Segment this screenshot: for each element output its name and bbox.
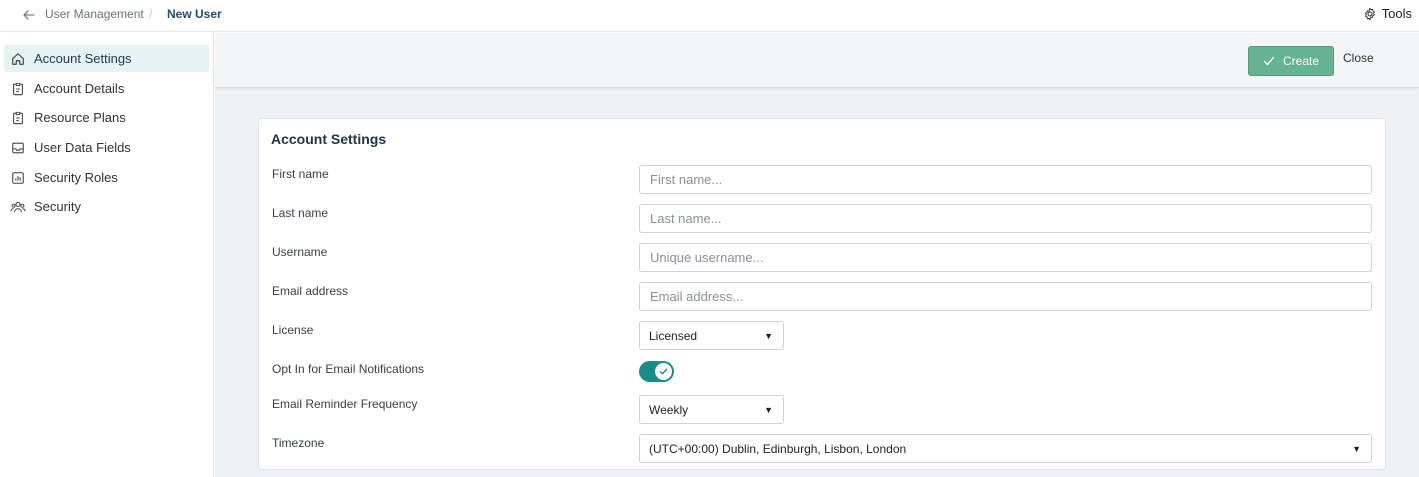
caret-down-icon: ▼: [1352, 444, 1361, 454]
home-icon: [10, 51, 26, 67]
top-bar: User Management / New User Tools: [0, 0, 1419, 32]
users-icon: [10, 199, 26, 215]
sidebar-item-account-settings[interactable]: Account Settings: [4, 45, 209, 72]
sidebar-item-label: Resource Plans: [34, 110, 126, 125]
license-label: License: [272, 323, 314, 337]
license-select-value: Licensed: [649, 328, 698, 343]
sidebar-item-resource-plans[interactable]: Resource Plans: [4, 104, 209, 131]
sidebar-item-label: Account Details: [34, 81, 125, 96]
first-name-label: First name: [272, 167, 329, 181]
check-icon: [659, 368, 668, 375]
account-settings-card: Account Settings First name Last name Us…: [258, 118, 1386, 470]
reminder-frequency-select[interactable]: Weekly ▼: [639, 395, 784, 424]
license-select[interactable]: Licensed ▼: [639, 321, 784, 350]
create-button-label: Create: [1282, 54, 1320, 68]
create-button[interactable]: Create: [1248, 46, 1334, 76]
timezone-label: Timezone: [272, 436, 325, 450]
tools-label: Tools: [1381, 6, 1412, 21]
clipboard-icon: [10, 81, 26, 97]
action-bar: Create Close: [215, 33, 1419, 88]
email-input[interactable]: [639, 282, 1372, 311]
last-name-input[interactable]: [639, 204, 1372, 233]
opt-in-toggle[interactable]: [639, 361, 674, 382]
breadcrumb-current: New User: [167, 7, 222, 21]
sidebar-item-security-roles[interactable]: Security Roles: [4, 164, 209, 191]
timezone-select-value: (UTC+00:00) Dublin, Edinburgh, Lisbon, L…: [649, 441, 907, 456]
sidebar: Account Settings Account Details Resourc…: [0, 33, 214, 477]
chart-icon: [10, 170, 26, 186]
sidebar-item-account-details[interactable]: Account Details: [4, 75, 209, 102]
username-label: Username: [272, 245, 328, 259]
gear-icon: [1364, 7, 1375, 20]
sidebar-item-label: Security Roles: [34, 170, 118, 185]
toggle-knob: [655, 363, 672, 380]
breadcrumb-separator: /: [149, 7, 153, 21]
sidebar-item-label: User Data Fields: [34, 140, 131, 155]
clipboard-icon: [10, 110, 26, 126]
opt-in-label: Opt In for Email Notifications: [272, 362, 425, 376]
sidebar-item-label: Account Settings: [34, 51, 132, 66]
inbox-icon: [10, 140, 26, 156]
reminder-frequency-label: Email Reminder Frequency: [272, 397, 418, 411]
main-content: Create Close Account Settings First name…: [215, 33, 1419, 477]
back-arrow-icon[interactable]: [21, 7, 37, 23]
breadcrumb-parent[interactable]: User Management: [45, 7, 144, 21]
reminder-select-value: Weekly: [649, 402, 689, 417]
email-label: Email address: [272, 284, 349, 298]
sidebar-item-user-data-fields[interactable]: User Data Fields: [4, 134, 209, 161]
close-button[interactable]: Close: [1343, 51, 1374, 65]
caret-down-icon: ▼: [764, 331, 773, 341]
username-input[interactable]: [639, 243, 1372, 272]
timezone-select[interactable]: (UTC+00:00) Dublin, Edinburgh, Lisbon, L…: [639, 434, 1372, 463]
last-name-label: Last name: [272, 206, 329, 220]
caret-down-icon: ▼: [764, 405, 773, 415]
sidebar-item-security[interactable]: Security: [4, 193, 209, 220]
first-name-input[interactable]: [639, 165, 1372, 194]
check-icon: [1263, 56, 1275, 66]
sidebar-item-label: Security: [34, 199, 81, 214]
tools-button[interactable]: Tools: [1363, 6, 1412, 21]
card-title: Account Settings: [271, 131, 387, 147]
